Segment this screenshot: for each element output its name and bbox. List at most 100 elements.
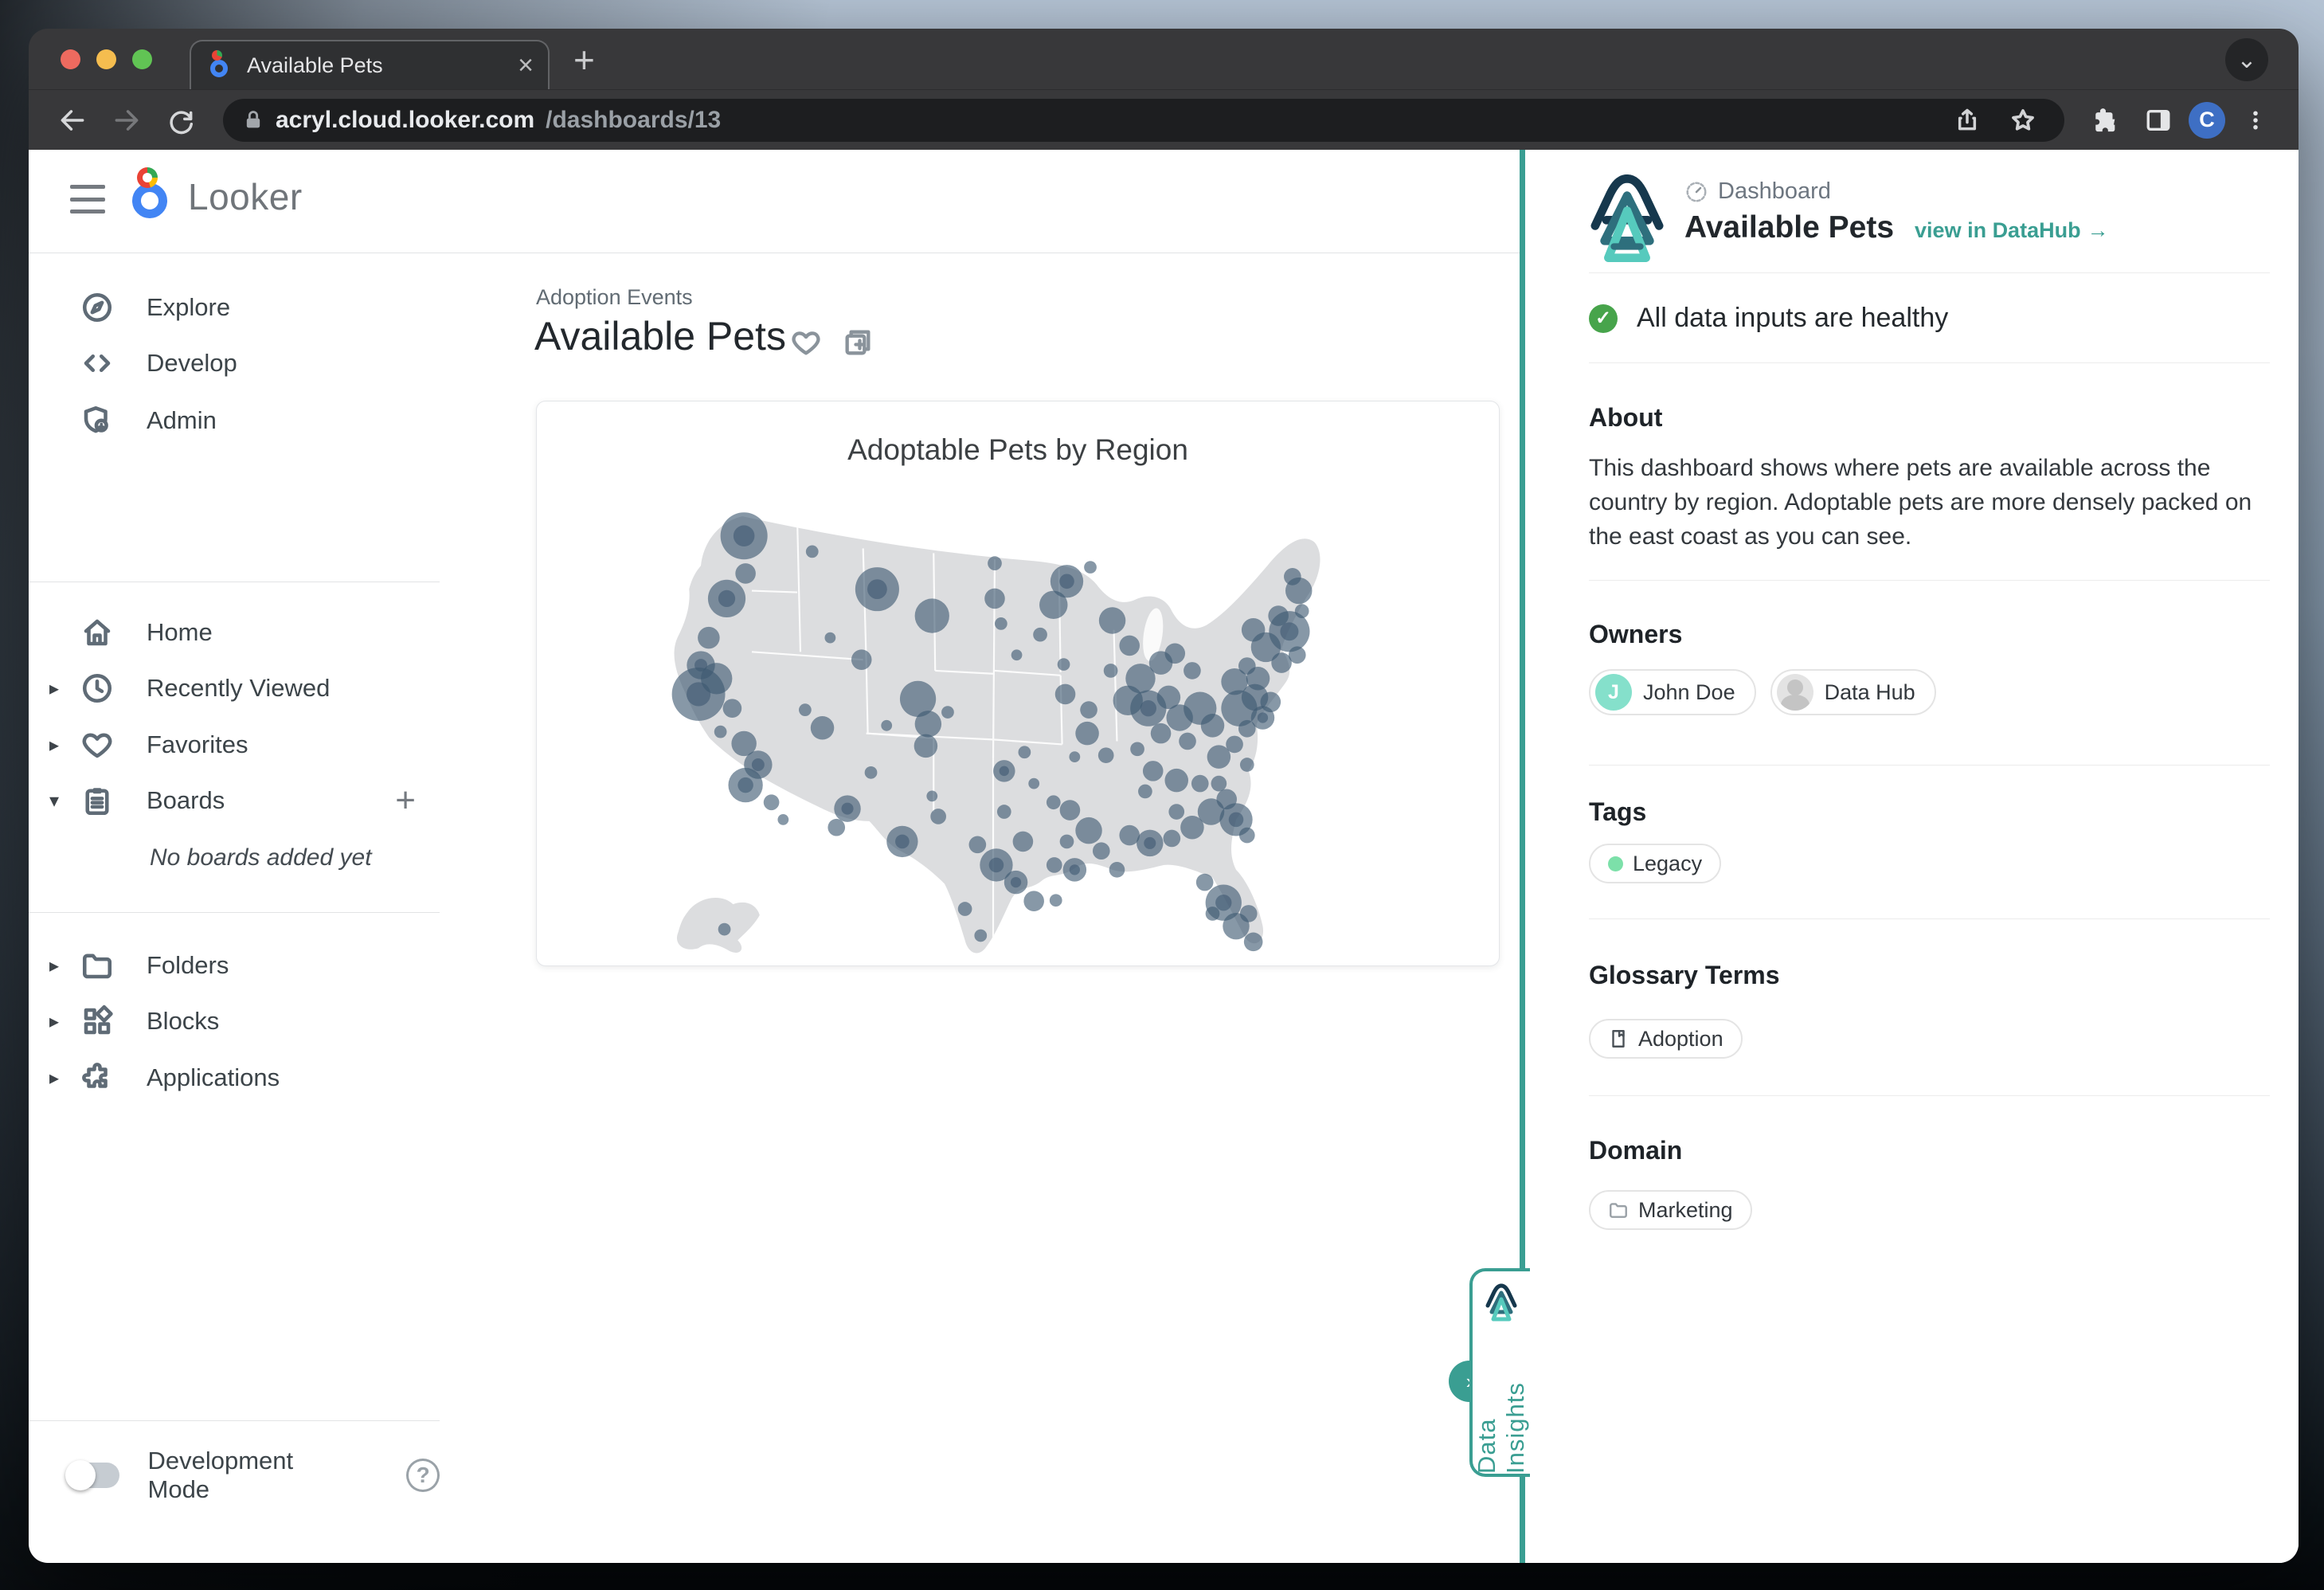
map-bubble[interactable] [1103,664,1117,678]
caret-right-icon[interactable]: ▸ [29,1067,80,1090]
map-bubble[interactable] [1109,862,1125,878]
map-bubble[interactable] [799,703,812,716]
map-bubble[interactable] [1011,649,1022,660]
map-bubble[interactable] [968,836,986,854]
help-icon[interactable]: ? [406,1459,440,1492]
map-bubble[interactable] [763,794,779,810]
caret-right-icon[interactable]: ▸ [29,677,80,700]
view-in-datahub-link[interactable]: view in DataHub → [1915,218,2109,243]
map-bubble[interactable] [1179,733,1196,750]
map-bubble[interactable] [1054,684,1075,705]
development-mode-toggle[interactable] [67,1463,119,1488]
map-bubble[interactable] [994,617,1007,630]
map-bubble[interactable] [722,699,741,718]
map-bubble[interactable] [984,589,1005,609]
map-bubble[interactable] [1097,747,1113,763]
address-bar[interactable]: acryl.cloud.looker.com/dashboards/13 [223,99,2064,142]
map-bubble[interactable] [1092,842,1109,860]
map-bubble[interactable] [1271,652,1292,673]
reload-icon[interactable] [158,97,204,143]
map-bubble[interactable] [1059,835,1074,849]
map-bubble[interactable] [1184,662,1201,679]
domain-chip-marketing[interactable]: Marketing [1589,1190,1752,1230]
map-bubble[interactable] [914,598,949,632]
map-bubble[interactable] [777,814,788,825]
caret-right-icon[interactable]: ▸ [29,954,80,977]
map-bubble[interactable] [1142,761,1163,781]
sidebar-item-boards[interactable]: ▾ Boards + [29,777,440,824]
map-bubble[interactable] [1023,891,1044,911]
map-bubble[interactable] [996,805,1011,819]
map-bubble[interactable] [914,711,941,737]
owner-chip-data-hub[interactable]: Data Hub [1770,669,1936,715]
sidebar-item-home[interactable]: Home [29,609,440,656]
looker-logo[interactable]: Looker [132,174,303,218]
owner-chip-john-doe[interactable]: J John Doe [1589,669,1756,715]
map-bubble[interactable] [914,734,937,758]
map-bubble[interactable] [1260,692,1281,713]
map-bubble[interactable] [1191,775,1208,793]
map-bubble[interactable] [1033,628,1047,642]
map-bubble[interactable] [1130,742,1144,756]
sidebar-item-folders[interactable]: ▸ Folders [29,942,440,989]
map-bubble[interactable] [1098,607,1125,633]
map-bubble[interactable] [1018,746,1031,758]
map-bubble[interactable] [1049,894,1062,907]
map-bubble[interactable] [957,902,972,916]
map-bubble[interactable] [1221,668,1247,695]
close-window-button[interactable] [61,49,80,69]
map-bubble[interactable] [926,790,937,801]
sidebar-item-favorites[interactable]: ▸ Favorites [29,721,440,769]
sidebar-item-recently-viewed[interactable]: ▸ Recently Viewed [29,664,440,712]
share-icon[interactable] [1945,98,1989,143]
map-bubble[interactable] [1200,714,1224,738]
map-bubble[interactable] [1138,785,1152,799]
map-bubble[interactable] [1226,736,1243,754]
map-bubble[interactable] [735,563,756,584]
map-bubble[interactable] [1069,751,1080,762]
tab-close-icon[interactable]: × [518,52,534,79]
map-bubble[interactable] [1084,561,1097,574]
padlock-icon[interactable] [242,109,264,131]
hamburger-menu-icon[interactable] [70,185,105,213]
map-bubble[interactable] [1239,758,1254,772]
map-bubble[interactable] [824,632,835,644]
bookmark-star-icon[interactable] [2001,98,2045,143]
map-bubble[interactable] [1075,817,1101,844]
sidebar-item-admin[interactable]: Admin [29,397,440,444]
map-bubble[interactable] [1195,874,1213,891]
map-bubble[interactable] [941,706,954,719]
back-icon[interactable] [49,97,96,143]
map-bubble[interactable] [1243,933,1262,952]
map-bubble[interactable] [1211,776,1227,792]
map-bubble[interactable] [881,720,892,731]
glossary-chip-adoption[interactable]: Adoption [1589,1019,1743,1059]
zoom-window-button[interactable] [132,49,152,69]
map-bubble[interactable] [864,766,877,779]
map-bubble[interactable] [988,556,1002,570]
map-bubble[interactable] [1238,720,1255,738]
map-bubble[interactable] [1205,907,1219,921]
caret-right-icon[interactable]: ▸ [29,1010,80,1033]
sidebar-item-develop[interactable]: Develop [29,339,440,387]
map-bubble[interactable] [1075,722,1099,746]
map-bubble[interactable] [805,546,818,558]
profile-avatar[interactable]: C [2189,102,2225,139]
map-bubble[interactable] [1164,769,1188,793]
chart-card[interactable]: Adoptable Pets by Region [536,401,1500,966]
caret-down-icon[interactable]: ▾ [29,789,80,813]
map-bubble[interactable] [701,663,732,694]
map-bubble[interactable] [974,930,987,942]
map-bubble[interactable] [1150,723,1171,744]
map-bubble[interactable] [1059,800,1080,820]
extensions-puzzle-icon[interactable] [2083,98,2128,143]
map-bubble[interactable] [827,819,845,836]
map-bubble[interactable] [714,726,726,738]
data-insights-tab[interactable]: Data Insights [1469,1268,1530,1477]
map-bubble[interactable] [1057,658,1070,671]
map-bubble[interactable] [810,716,834,740]
map-bubble[interactable] [1080,701,1097,719]
map-bubble[interactable] [1163,830,1180,848]
tab-search-chevron-icon[interactable]: ⌄ [2225,38,2268,81]
browser-tab[interactable]: Available Pets × [190,40,550,89]
